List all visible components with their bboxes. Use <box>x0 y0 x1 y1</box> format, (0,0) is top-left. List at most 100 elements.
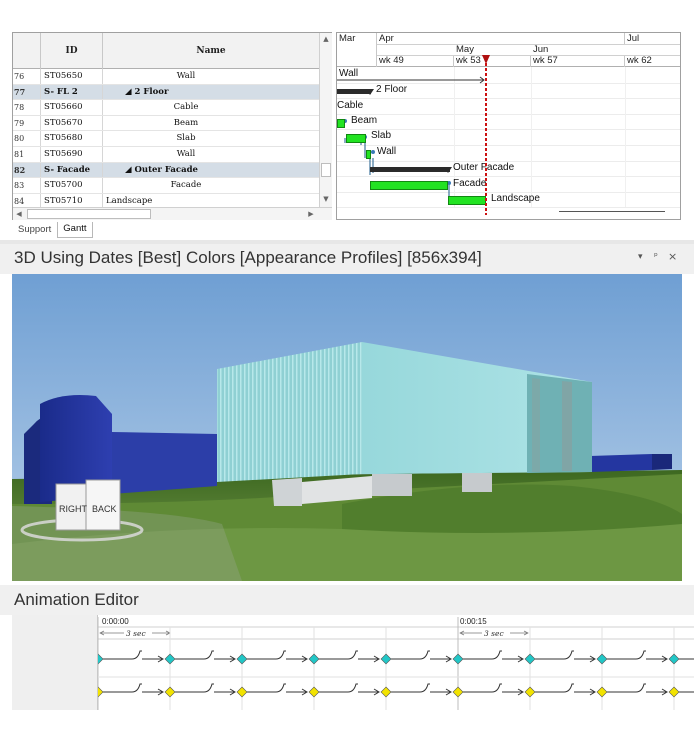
keyframe-curve <box>534 650 594 660</box>
keyframe-curve <box>390 650 450 660</box>
scroll-right-icon[interactable]: ▶ <box>305 208 317 220</box>
table-row[interactable]: 77 S- FL 2 ◢ 2 Floor <box>13 84 319 101</box>
task-name: Beam <box>173 117 199 128</box>
row-number: 79 <box>13 115 41 131</box>
table-row[interactable]: 79 ST05670 Beam <box>13 115 319 132</box>
animation-editor-title: Animation Editor <box>14 590 139 609</box>
keyframe-diamond <box>236 653 248 665</box>
gantt-summary-outer-facade[interactable] <box>370 167 450 172</box>
keyframe-curve <box>606 650 666 660</box>
scroll-left-icon[interactable]: ◀ <box>13 208 25 220</box>
row-number: 82 <box>13 162 41 178</box>
task-id: ST05660 <box>41 100 103 115</box>
task-name: ◢ Outer Facade <box>125 164 198 175</box>
gantt-label-beam: Beam <box>351 115 378 126</box>
column-header-name[interactable]: Name <box>103 33 319 69</box>
task-id: ST05650 <box>41 69 103 84</box>
viewport-title: 3D Using Dates [Best] Colors [Appearance… <box>14 248 482 267</box>
keyframe-diamond <box>452 686 464 698</box>
gantt-label-slab: Slab <box>371 130 392 141</box>
row-number: 78 <box>13 100 41 115</box>
row-number: 83 <box>13 178 41 193</box>
keyframe-curve <box>102 683 162 693</box>
keyframe-diamond <box>596 686 608 698</box>
keyframe-diamond <box>308 686 320 698</box>
task-id: S- Facade <box>41 162 103 178</box>
keyframe-curve <box>678 691 694 693</box>
animation-timeline[interactable]: 0:00:00 0:00:15 3 sec 3 sec <box>12 615 694 710</box>
table-header: ID Name <box>13 33 319 69</box>
pin-icon[interactable]: ᵖ <box>654 252 658 262</box>
tab-gantt[interactable]: Gantt <box>57 222 93 238</box>
scroll-up-icon[interactable]: ▲ <box>320 33 332 45</box>
view-cube-back[interactable]: BACK <box>92 504 117 514</box>
today-marker[interactable] <box>481 55 491 215</box>
keyframe-curve <box>318 650 378 660</box>
keyframe-curve <box>246 683 306 693</box>
scroll-thumb[interactable] <box>27 209 151 219</box>
keyframe-curve <box>390 683 450 693</box>
task-name: Facade <box>170 180 202 191</box>
view-cube-right[interactable]: RIGHT <box>59 504 88 514</box>
task-table: ID Name 76 ST05650 Wall 77 S- FL 2 ◢ 2 Floor 7… <box>12 32 332 220</box>
table-body: 76 ST05650 Wall 77 S- FL 2 ◢ 2 Floor 78 ST05660… <box>13 69 319 210</box>
gantt-scroll-indicator[interactable] <box>559 211 665 212</box>
3d-viewport[interactable]: RIGHT BACK <box>12 274 682 581</box>
row-number-header <box>13 33 41 69</box>
keyframe-diamond <box>524 653 536 665</box>
table-row[interactable]: 80 ST05680 Slab <box>13 131 319 147</box>
keyframe-diamond <box>596 653 608 665</box>
gantt-bar-facade[interactable] <box>370 181 448 190</box>
row-number: 80 <box>13 131 41 146</box>
gantt-label-wall: Wall <box>377 146 397 157</box>
keyframe-diamond <box>668 653 680 665</box>
table-row[interactable]: 78 ST05660 Cable <box>13 100 319 116</box>
dropdown-icon[interactable]: ▾ <box>638 252 643 262</box>
gantt-bar-wall[interactable] <box>366 150 371 159</box>
task-id: S- FL 2 <box>41 84 103 100</box>
row-number: 81 <box>13 146 41 162</box>
task-name: Cable <box>173 102 199 113</box>
app-window: ID Name 76 ST05650 Wall 77 S- FL 2 ◢ 2 Floor 7… <box>0 0 694 732</box>
close-icon[interactable]: × <box>668 250 677 263</box>
task-name: Wall <box>176 71 196 81</box>
keyframe-diamond <box>380 653 392 665</box>
keyframe-diamond <box>164 686 176 698</box>
keyframe-diamond <box>452 653 464 665</box>
keyframe-curve <box>462 683 522 693</box>
keyframe-curve <box>246 650 306 660</box>
animation-editor-title-bar: Animation Editor <box>0 585 694 615</box>
3d-scene[interactable]: RIGHT BACK <box>12 274 682 581</box>
gantt-bar-slab[interactable] <box>346 134 366 143</box>
scroll-down-icon[interactable]: ▼ <box>320 193 332 205</box>
vertical-scrollbar[interactable]: ▲ ▼ <box>319 33 332 207</box>
table-row[interactable]: 81 ST05690 Wall <box>13 146 319 163</box>
gantt-label-landscape: Landscape <box>491 193 540 204</box>
keyframe-diamond <box>164 653 176 665</box>
viewport-title-bar: 3D Using Dates [Best] Colors [Appearance… <box>0 244 694 274</box>
keyframe-curve <box>606 683 666 693</box>
horizontal-scrollbar[interactable]: ◀ ▶ <box>13 207 332 220</box>
gantt-label-2-floor: 2 Floor <box>376 84 408 95</box>
keyframe-diamond <box>98 653 104 665</box>
table-row[interactable]: 83 ST05700 Facade <box>13 178 319 194</box>
scroll-thumb[interactable] <box>321 163 331 177</box>
task-name: Wall <box>176 148 196 159</box>
task-id: ST05680 <box>41 131 103 146</box>
keyframe-diamond <box>308 653 320 665</box>
keyframe-curve <box>174 683 234 693</box>
keyframe-curve <box>534 683 594 693</box>
keyframe-diamond <box>524 686 536 698</box>
keyframe-markers[interactable] <box>98 615 694 710</box>
bottom-tabs: Support Gantt <box>12 222 93 238</box>
column-header-id[interactable]: ID <box>41 33 103 69</box>
table-row[interactable]: 82 S- Facade ◢ Outer Facade <box>13 162 319 179</box>
keyframe-diamond <box>668 686 680 698</box>
keyframe-diamond <box>380 686 392 698</box>
gantt-chart[interactable]: Mar Apr Jul May Jun wk 49 wk 53 wk 57 wk… <box>336 32 681 220</box>
track-list <box>12 615 98 710</box>
gantt-bar-beam[interactable] <box>337 119 345 128</box>
tab-support[interactable]: Support <box>12 222 57 238</box>
task-id: ST05690 <box>41 146 103 162</box>
table-row[interactable]: 76 ST05650 Wall <box>13 69 319 85</box>
